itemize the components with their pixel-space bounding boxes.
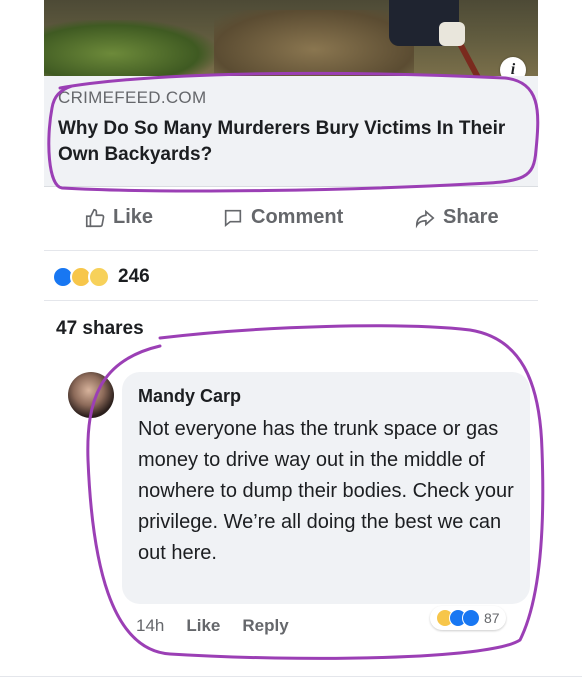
link-card[interactable]: CRIMEFEED.COM Why Do So Many Murderers B… (44, 76, 538, 187)
sad-reaction-icon (88, 266, 110, 288)
share-label: Share (443, 206, 499, 228)
comment-text: Not everyone has the trunk space or gas … (138, 418, 514, 564)
share-button[interactable]: Share (414, 206, 499, 229)
comment-reactions[interactable]: 87 (430, 606, 506, 630)
thumbs-up-icon (85, 208, 105, 227)
link-title[interactable]: Why Do So Many Murderers Bury Victims In… (58, 116, 528, 168)
comment-button[interactable]: Comment (222, 206, 343, 229)
comment-like-button[interactable]: Like (186, 616, 220, 636)
post-action-bar: Like Comment Share (44, 190, 538, 251)
comment-bubble: Mandy Carp Not everyone has the trunk sp… (122, 372, 530, 604)
shares-count[interactable]: 47 shares (56, 318, 144, 340)
comment-meta: 14h Like Reply (136, 616, 289, 636)
comment-label: Comment (251, 206, 344, 228)
like-label: Like (113, 206, 154, 228)
link-source: CRIMEFEED.COM (58, 88, 207, 107)
grass-area (44, 20, 214, 76)
link-preview-image[interactable] (44, 0, 538, 76)
avatar[interactable] (68, 372, 114, 418)
post-reactions[interactable]: 246 (52, 262, 150, 292)
comment-icon (224, 209, 242, 227)
comment-author[interactable]: Mandy Carp (138, 386, 241, 407)
comment-time[interactable]: 14h (136, 616, 164, 636)
comment-reply-button[interactable]: Reply (242, 616, 288, 636)
bottom-divider (0, 676, 582, 677)
share-icon (415, 209, 435, 228)
comment-reaction-count: 87 (484, 610, 500, 626)
like-button[interactable]: Like (84, 206, 153, 229)
glove (439, 22, 465, 46)
dirt-area (214, 10, 414, 76)
reaction-count: 246 (118, 266, 150, 287)
divider (44, 300, 538, 301)
love-reaction-icon (462, 609, 480, 627)
